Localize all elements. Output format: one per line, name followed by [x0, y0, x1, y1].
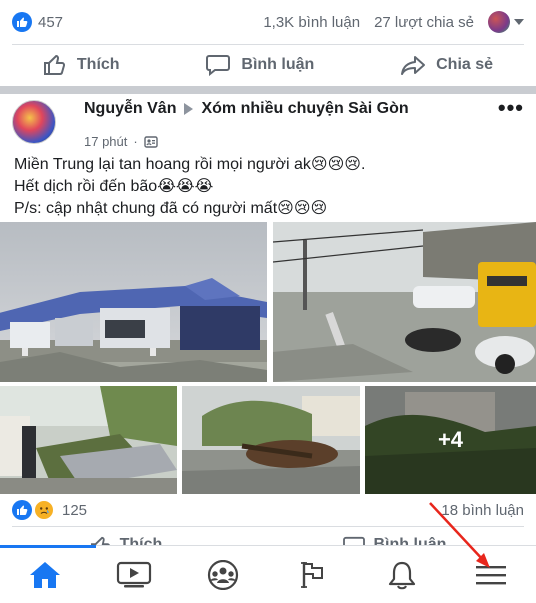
post-comment-count-link[interactable]: 18 bình luận [441, 502, 524, 519]
tab-menu[interactable] [461, 550, 521, 600]
post-photo-1[interactable] [0, 222, 267, 382]
storm-damage-photo [0, 222, 267, 382]
like-reaction-icon [12, 500, 32, 520]
tab-home[interactable] [0, 544, 96, 600]
comment-button[interactable]: Bình luận [205, 54, 314, 76]
post-time[interactable]: 17 phút [84, 134, 127, 149]
bottom-tab-bar [0, 544, 536, 603]
bell-icon [388, 561, 416, 589]
avatar [488, 11, 510, 33]
comment-label: Bình luận [241, 56, 315, 73]
post-reaction-summary[interactable]: 125 18 bình luận [0, 498, 536, 522]
reaction-summary[interactable]: 457 1,3K bình luận 27 lượt chia sẻ [0, 0, 536, 44]
storm-street-photo [273, 222, 536, 382]
group-privacy-icon [144, 135, 158, 148]
post-header: Nguyễn Vân Xóm nhiều chuyện Sài Gòn 17 ph… [0, 94, 536, 150]
tab-notifications[interactable] [372, 550, 432, 600]
thumbs-up-icon [43, 54, 65, 75]
sad-reaction-icon [34, 500, 54, 520]
fallen-fence-photo [0, 386, 177, 494]
tab-pages[interactable] [283, 550, 343, 600]
like-label: Thích [76, 56, 120, 73]
home-icon [29, 561, 60, 588]
post-photo-3[interactable] [0, 386, 177, 494]
post-meta: 17 phút · [84, 134, 158, 149]
tab-groups[interactable] [193, 550, 253, 600]
post-photo-4[interactable] [182, 386, 360, 494]
comment-count-link[interactable]: 1,3K bình luận [263, 14, 360, 31]
share-button[interactable]: Chia sẻ [400, 54, 493, 76]
share-label: Chia sẻ [436, 56, 494, 73]
chevron-down-icon [514, 19, 524, 25]
reaction-as-selector[interactable] [488, 11, 524, 33]
share-count-link[interactable]: 27 lượt chia sẻ [374, 14, 474, 31]
divider [12, 526, 524, 527]
like-button[interactable]: Thích [43, 54, 120, 76]
hamburger-menu-icon [476, 565, 507, 584]
uprooted-tree-photo [182, 386, 360, 494]
feed-separator [0, 86, 536, 94]
comment-icon [206, 55, 231, 76]
tab-watch[interactable] [104, 550, 164, 600]
post-photo-2[interactable] [273, 222, 536, 382]
author-avatar[interactable] [12, 100, 56, 144]
post-text-line: Hết dịch rồi đến bão😭😭😭 [14, 178, 214, 195]
more-photos-overlay[interactable]: +4 [365, 386, 536, 494]
group-name[interactable]: Xóm nhiều chuyện Sài Gòn [201, 100, 408, 117]
author-name[interactable]: Nguyễn Vân [84, 100, 176, 117]
post-photo-5[interactable]: +4 [365, 386, 536, 494]
post-text-line: P/s: cập nhật chung đã có người mất😢😢😢 [14, 200, 328, 217]
like-reaction-icon [12, 12, 32, 32]
groups-icon [208, 559, 239, 590]
post-text: Miền Trung lại tan hoang rồi mọi người a… [14, 154, 524, 220]
like-count: 457 [38, 13, 64, 31]
triangle-right-icon [184, 102, 194, 115]
post-reaction-count: 125 [62, 501, 88, 519]
post-text-line: Miền Trung lại tan hoang rồi mọi người a… [14, 156, 366, 173]
flag-icon [300, 561, 323, 588]
post-more-options-button[interactable]: ••• [498, 97, 524, 119]
top-action-bar: Thích Bình luận Chia sẻ [0, 45, 536, 85]
dot-separator: · [133, 134, 138, 149]
share-icon [401, 56, 426, 75]
post-author-line: Nguyễn Vân Xóm nhiều chuyện Sài Gòn [84, 100, 484, 117]
video-icon [116, 561, 152, 587]
